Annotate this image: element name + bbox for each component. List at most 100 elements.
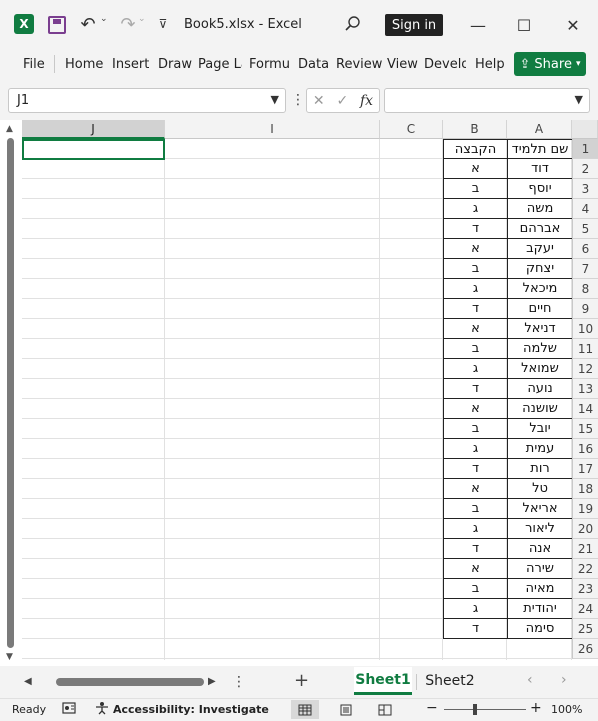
next-sheet-icon[interactable]: ›	[561, 672, 567, 688]
formula-input[interactable]: ▼	[384, 88, 590, 113]
tab-data[interactable]: Data	[298, 57, 329, 72]
scroll-up-icon[interactable]: ▲	[6, 124, 13, 134]
tab-developer[interactable]: Develo	[424, 57, 466, 72]
row-header[interactable]: 25	[572, 619, 598, 639]
cell-group[interactable]: א	[443, 479, 507, 499]
column-header-a[interactable]: A	[507, 120, 572, 139]
active-cell-j1[interactable]	[22, 139, 165, 160]
tab-insert[interactable]: Insert	[112, 57, 149, 72]
horizontal-scroll-thumb[interactable]	[56, 678, 204, 686]
row-header[interactable]: 23	[572, 579, 598, 599]
sheet-tab-sheet1[interactable]: Sheet1	[354, 667, 412, 695]
row-header[interactable]: 12	[572, 359, 598, 379]
row-header[interactable]: 19	[572, 499, 598, 519]
close-button[interactable]: ✕	[560, 12, 586, 38]
cell-student-name[interactable]: ליאור	[507, 519, 572, 539]
cell-group[interactable]: א	[443, 239, 507, 259]
row-header[interactable]: 22	[572, 559, 598, 579]
row-header[interactable]: 21	[572, 539, 598, 559]
tab-page-layout[interactable]: Page La	[198, 57, 242, 72]
row-header[interactable]: 9	[572, 299, 598, 319]
cell-student-name[interactable]: מאיה	[507, 579, 572, 599]
row-header[interactable]: 13	[572, 379, 598, 399]
cell-group[interactable]: ב	[443, 259, 507, 279]
zoom-out-button[interactable]: −	[426, 700, 438, 716]
vertical-scroll-thumb[interactable]	[7, 138, 14, 648]
redo-icon[interactable]: ↷	[116, 12, 140, 36]
zoom-slider-thumb[interactable]	[473, 704, 477, 715]
cell-student-name[interactable]: אברהם	[507, 219, 572, 239]
cell-group[interactable]: א	[443, 159, 507, 179]
tab-file[interactable]: File	[23, 57, 45, 72]
zoom-in-button[interactable]: +	[530, 700, 542, 716]
cell-student-name[interactable]: אנה	[507, 539, 572, 559]
cancel-icon[interactable]: ✕	[313, 93, 325, 109]
cell-group[interactable]: א	[443, 559, 507, 579]
previous-sheet-icon[interactable]: ‹	[527, 672, 533, 688]
row-header[interactable]: 11	[572, 339, 598, 359]
cell-student-name[interactable]: מיכאל	[507, 279, 572, 299]
cell-group[interactable]: ב	[443, 179, 507, 199]
cell-student-name[interactable]: יצחק	[507, 259, 572, 279]
cell-group[interactable]: ד	[443, 619, 507, 639]
column-header-i[interactable]: I	[165, 120, 380, 139]
cell-group[interactable]: ד	[443, 219, 507, 239]
tab-draw[interactable]: Draw	[158, 57, 192, 72]
row-header[interactable]: 18	[572, 479, 598, 499]
cell-group[interactable]: ג	[443, 599, 507, 619]
more-options-icon[interactable]: ⋮	[291, 92, 305, 108]
page-layout-view-button[interactable]	[332, 700, 360, 719]
row-header[interactable]: 17	[572, 459, 598, 479]
expand-formula-icon[interactable]: ▼	[575, 93, 583, 106]
row-header[interactable]: 4	[572, 199, 598, 219]
cell-student-name[interactable]: רות	[507, 459, 572, 479]
row-header[interactable]: 15	[572, 419, 598, 439]
row-header[interactable]: 1	[572, 139, 598, 159]
cell-group[interactable]: ג	[443, 519, 507, 539]
cell-student-name[interactable]: חיים	[507, 299, 572, 319]
cell-group[interactable]: ג	[443, 279, 507, 299]
cell-group[interactable]: ב	[443, 339, 507, 359]
row-header[interactable]: 20	[572, 519, 598, 539]
zoom-slider-track[interactable]	[444, 709, 526, 710]
cell-group[interactable]: ב	[443, 419, 507, 439]
cell-group[interactable]: ג	[443, 199, 507, 219]
scroll-down-icon[interactable]: ▼	[6, 652, 13, 662]
row-header[interactable]: 6	[572, 239, 598, 259]
enter-icon[interactable]: ✓	[336, 93, 348, 109]
tab-formulas[interactable]: Formul	[249, 57, 291, 72]
tab-help[interactable]: Help	[475, 57, 505, 72]
header-cell-b1[interactable]: הקבצה	[443, 139, 507, 159]
cell-student-name[interactable]: טל	[507, 479, 572, 499]
cell-group[interactable]: ג	[443, 439, 507, 459]
column-header-c[interactable]: C	[380, 120, 443, 139]
macro-recording-icon[interactable]	[62, 701, 78, 718]
cell-group[interactable]: ד	[443, 459, 507, 479]
tab-home[interactable]: Home	[65, 57, 103, 72]
cell-student-name[interactable]: יוסף	[507, 179, 572, 199]
search-icon[interactable]	[343, 14, 363, 34]
row-header[interactable]: 8	[572, 279, 598, 299]
undo-icon[interactable]: ↶	[76, 12, 100, 36]
tab-review[interactable]: Review	[336, 57, 382, 72]
row-header[interactable]: 16	[572, 439, 598, 459]
sheet-tab-sheet2[interactable]: Sheet2	[420, 667, 480, 695]
cell-student-name[interactable]: דוד	[507, 159, 572, 179]
cell-group[interactable]: ב	[443, 579, 507, 599]
page-break-view-button[interactable]	[371, 700, 399, 719]
row-header[interactable]: 14	[572, 399, 598, 419]
scroll-right-icon[interactable]: ▶	[208, 676, 216, 687]
zoom-level[interactable]: 100%	[551, 703, 582, 716]
maximize-button[interactable]: ☐	[511, 12, 537, 38]
minimize-button[interactable]: —	[465, 12, 491, 38]
undo-dropdown-icon[interactable]: ⌄	[100, 14, 108, 24]
cell-group[interactable]: ג	[443, 359, 507, 379]
cell-group[interactable]: א	[443, 319, 507, 339]
normal-view-button[interactable]	[291, 700, 319, 719]
save-icon[interactable]	[48, 16, 66, 34]
cell-student-name[interactable]: שושנה	[507, 399, 572, 419]
row-header[interactable]: 7	[572, 259, 598, 279]
row-header[interactable]: 10	[572, 319, 598, 339]
cell-group[interactable]: ד	[443, 539, 507, 559]
cell-student-name[interactable]: יעקב	[507, 239, 572, 259]
